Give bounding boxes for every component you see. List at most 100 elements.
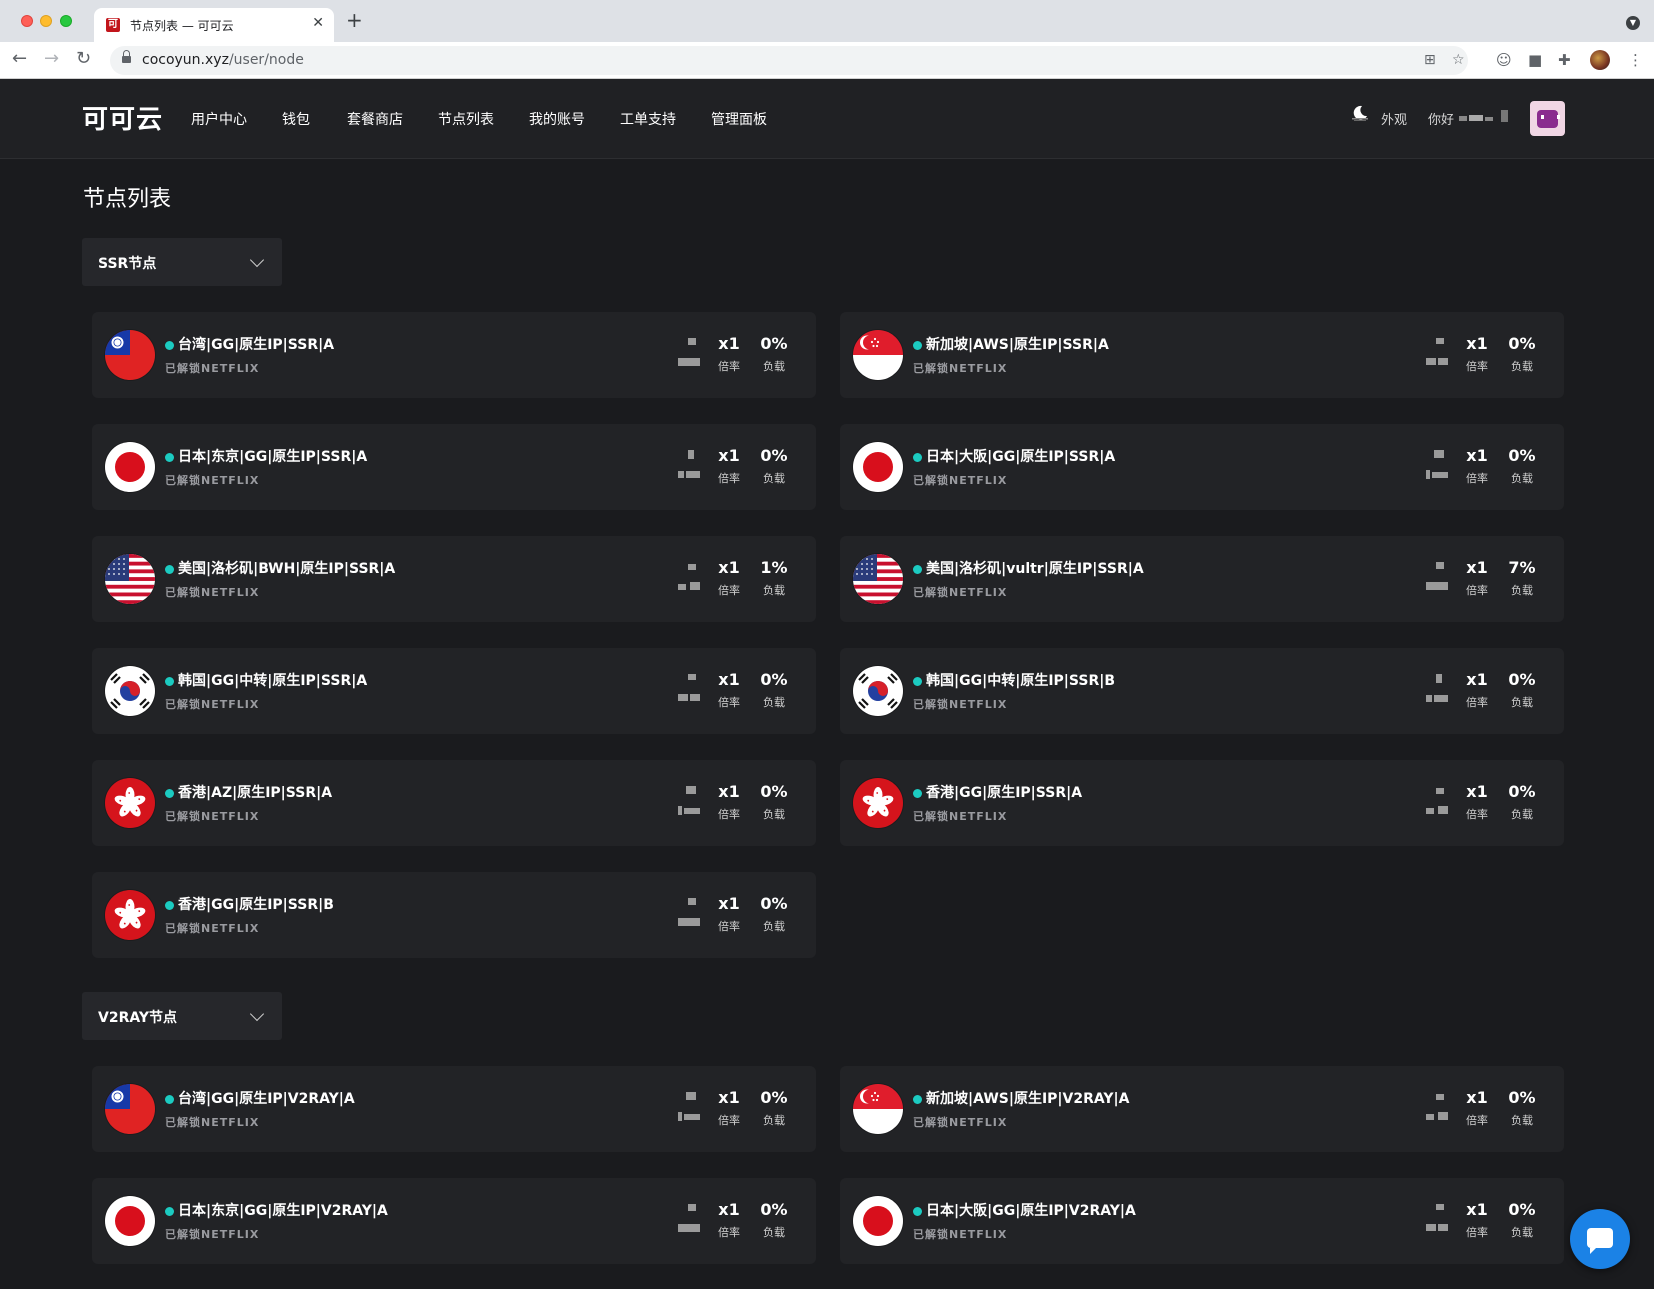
node-card[interactable]: 香港|GG|原生IP|SSR|A 已解锁NETFLIX x1 倍率 0% 负载 <box>840 760 1564 846</box>
menu-icon[interactable]: ⋮ <box>1628 50 1643 70</box>
browser-tab[interactable]: 可 节点列表 — 可可云 ✕ <box>94 8 334 42</box>
extension-icon[interactable]: ■ <box>1528 50 1542 70</box>
group-toggle-v2ray[interactable]: V2RAY节点 <box>82 992 282 1040</box>
status-online-icon <box>913 789 922 798</box>
forward-icon[interactable]: → <box>44 49 59 69</box>
tab-search-icon[interactable]: ▼ <box>1626 16 1640 30</box>
node-card[interactable]: 香港|AZ|原生IP|SSR|A 已解锁NETFLIX x1 倍率 0% 负载 <box>92 760 816 846</box>
multiplier-label: 倍率 <box>718 1114 740 1127</box>
load-stat: 0% 负载 <box>753 446 795 486</box>
node-name: 新加坡|AWS|原生IP|SSR|A <box>926 337 1109 353</box>
nav-admin-panel[interactable]: 管理面板 <box>711 109 767 129</box>
puzzle-icon[interactable]: ✚ <box>1558 50 1571 70</box>
extension-icon[interactable]: ☺ <box>1496 50 1512 70</box>
moon-icon[interactable] <box>1352 105 1368 121</box>
node-card[interactable]: 日本|东京|GG|原生IP|SSR|A 已解锁NETFLIX x1 倍率 0% 负载 <box>92 424 816 510</box>
multiplier-value: x1 <box>718 446 740 465</box>
hongkong-flag-icon <box>105 890 155 940</box>
load-stat: 0% 负载 <box>753 1088 795 1128</box>
node-card[interactable]: 日本|东京|GG|原生IP|V2RAY|A 已解锁NETFLIX x1 倍率 0% 负载 <box>92 1178 816 1264</box>
load-stat: 0% 负载 <box>753 782 795 822</box>
redacted-info <box>678 786 700 826</box>
node-name: 美国|洛杉矶|BWH|原生IP|SSR|A <box>178 561 396 577</box>
node-card[interactable]: 日本|大阪|GG|原生IP|SSR|A 已解锁NETFLIX x1 倍率 0% 负载 <box>840 424 1564 510</box>
appearance-toggle[interactable]: 外观 <box>1381 109 1407 128</box>
multiplier-value: x1 <box>718 782 740 801</box>
load-value: 0% <box>760 670 788 689</box>
nav-shop[interactable]: 套餐商店 <box>347 109 403 129</box>
load-stat: 0% 负载 <box>1501 1200 1543 1240</box>
multiplier-label: 倍率 <box>718 360 740 373</box>
multiplier-label: 倍率 <box>718 472 740 485</box>
singapore-flag-icon <box>853 330 903 380</box>
node-card[interactable]: 韩国|GG|中转|原生IP|SSR|B 已解锁NETFLIX x1 倍率 0% 负载 <box>840 648 1564 734</box>
node-card[interactable]: 韩国|GG|中转|原生IP|SSR|A 已解锁NETFLIX x1 倍率 0% 负载 <box>92 648 816 734</box>
nav-ticket-support[interactable]: 工单支持 <box>620 109 676 129</box>
chat-button[interactable] <box>1570 1209 1630 1269</box>
close-tab-icon[interactable]: ✕ <box>312 15 324 31</box>
multiplier-stat: x1 倍率 <box>708 1200 750 1240</box>
node-card[interactable]: 台湾|GG|原生IP|SSR|A 已解锁NETFLIX x1 倍率 0% 负载 <box>92 312 816 398</box>
load-value: 0% <box>760 782 788 801</box>
multiplier-value: x1 <box>718 670 740 689</box>
browser-tabstrip: 可 节点列表 — 可可云 ✕ + ▼ <box>0 0 1654 42</box>
new-tab-button[interactable]: + <box>346 10 363 30</box>
minimize-window-button[interactable] <box>40 15 52 27</box>
translate-icon[interactable]: ⊞ <box>1424 52 1436 68</box>
hongkong-flag-icon <box>853 778 903 828</box>
lock-icon[interactable] <box>122 50 131 65</box>
user-avatar[interactable] <box>1530 101 1565 136</box>
node-card[interactable]: 新加坡|AWS|原生IP|V2RAY|A 已解锁NETFLIX x1 倍率 0% 负载 <box>840 1066 1564 1152</box>
multiplier-label: 倍率 <box>1466 1226 1488 1239</box>
address-bar[interactable]: cocoyun.xyz/user/node ⊞ ☆ <box>110 46 1468 75</box>
node-name: 日本|东京|GG|原生IP|V2RAY|A <box>178 1203 388 1219</box>
load-label: 负载 <box>1511 584 1533 597</box>
node-card[interactable]: 香港|GG|原生IP|SSR|B 已解锁NETFLIX x1 倍率 0% 负载 <box>92 872 816 958</box>
load-stat: 0% 负载 <box>1501 1088 1543 1128</box>
load-label: 负载 <box>1511 696 1533 709</box>
nav-wallet[interactable]: 钱包 <box>282 109 310 129</box>
load-value: 7% <box>1508 558 1536 577</box>
nav-my-account[interactable]: 我的账号 <box>529 109 585 129</box>
load-value: 0% <box>760 894 788 913</box>
multiplier-stat: x1 倍率 <box>1456 558 1498 598</box>
page-title: 节点列表 <box>83 187 172 212</box>
status-online-icon <box>165 901 174 910</box>
chevron-down-icon <box>249 252 265 268</box>
nav-node-list[interactable]: 节点列表 <box>438 109 494 129</box>
multiplier-label: 倍率 <box>1466 360 1488 373</box>
node-name: 美国|洛杉矶|vultr|原生IP|SSR|A <box>926 561 1144 577</box>
load-label: 负载 <box>763 584 785 597</box>
multiplier-stat: x1 倍率 <box>1456 1088 1498 1128</box>
profile-avatar[interactable] <box>1590 50 1610 70</box>
node-card[interactable]: 美国|洛杉矶|BWH|原生IP|SSR|A 已解锁NETFLIX x1 倍率 1% 负载 <box>92 536 816 622</box>
chevron-down-icon <box>249 1006 265 1022</box>
node-card[interactable]: 美国|洛杉矶|vultr|原生IP|SSR|A 已解锁NETFLIX x1 倍率 7% 负… <box>840 536 1564 622</box>
load-stat: 0% 负载 <box>753 1200 795 1240</box>
maximize-window-button[interactable] <box>60 15 72 27</box>
load-label: 负载 <box>1511 808 1533 821</box>
node-card[interactable]: 日本|大阪|GG|原生IP|V2RAY|A 已解锁NETFLIX x1 倍率 0% 负载 <box>840 1178 1564 1264</box>
multiplier-stat: x1 倍率 <box>708 558 750 598</box>
site-header: 可可云 用户中心 钱包 套餐商店 节点列表 我的账号 工单支持 管理面板 外观 … <box>0 79 1654 159</box>
close-window-button[interactable] <box>21 15 33 27</box>
nav-user-center[interactable]: 用户中心 <box>191 109 247 129</box>
node-card[interactable]: 台湾|GG|原生IP|V2RAY|A 已解锁NETFLIX x1 倍率 0% 负载 <box>92 1066 816 1152</box>
load-label: 负载 <box>763 1114 785 1127</box>
multiplier-value: x1 <box>1466 1088 1488 1107</box>
node-name: 韩国|GG|中转|原生IP|SSR|B <box>926 673 1116 689</box>
group-toggle-ssr[interactable]: SSR节点 <box>82 238 282 286</box>
site-logo[interactable]: 可可云 <box>82 99 163 136</box>
greeting-text: 你好 <box>1428 113 1455 128</box>
bookmark-star-icon[interactable]: ☆ <box>1452 52 1465 68</box>
node-card[interactable]: 新加坡|AWS|原生IP|SSR|A 已解锁NETFLIX x1 倍率 0% 负载 <box>840 312 1564 398</box>
reload-icon[interactable]: ↻ <box>76 49 91 69</box>
node-tag: 已解锁NETFLIX <box>165 922 260 935</box>
load-label: 负载 <box>763 360 785 373</box>
usa-flag-icon <box>853 554 903 604</box>
load-stat: 0% 负载 <box>1501 670 1543 710</box>
back-icon[interactable]: ← <box>12 49 27 69</box>
node-tag: 已解锁NETFLIX <box>165 586 260 599</box>
redacted-info <box>678 450 700 490</box>
multiplier-value: x1 <box>1466 446 1488 465</box>
